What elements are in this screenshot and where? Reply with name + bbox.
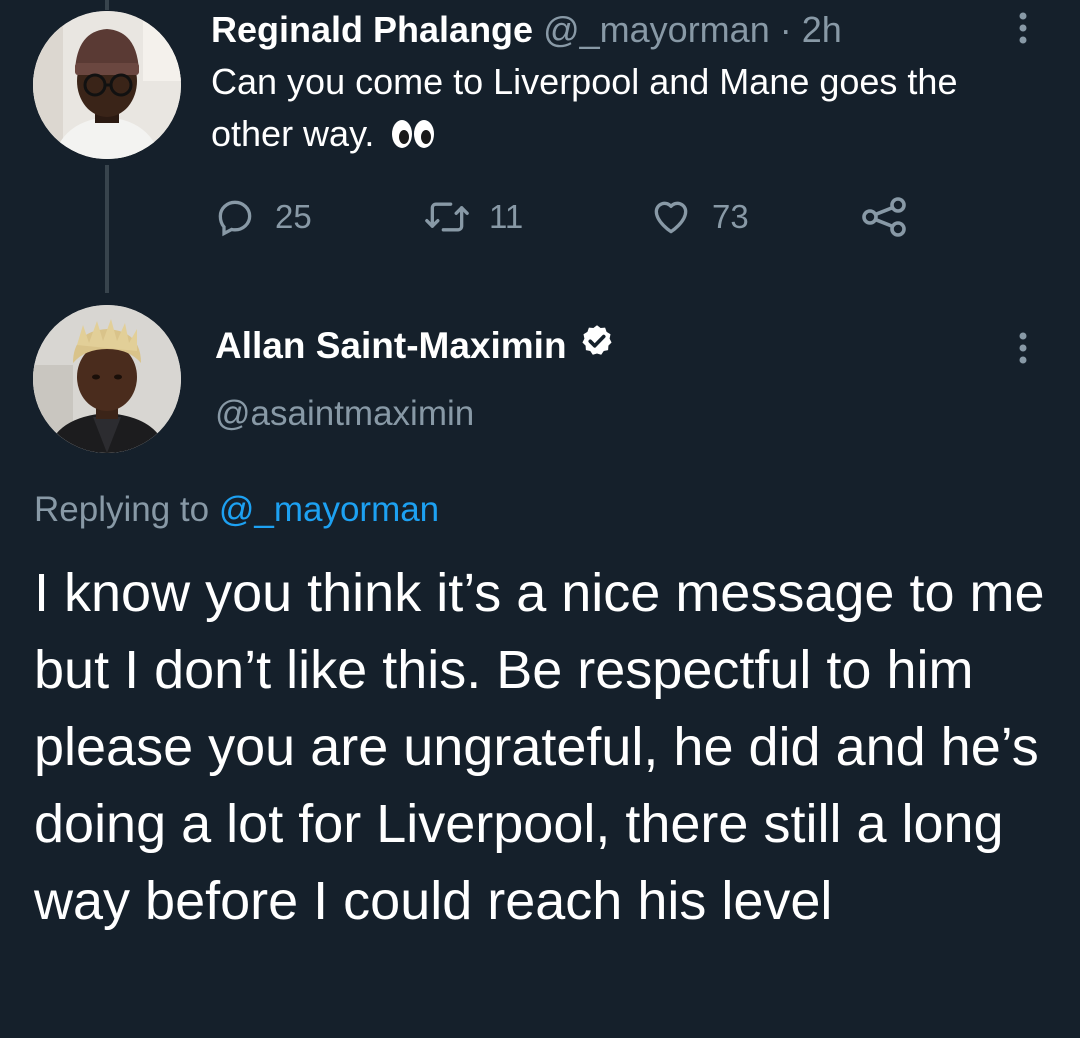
like-count: 73	[712, 198, 749, 235]
share-button[interactable]	[858, 192, 910, 242]
tweet1-header: Reginald Phalange @_mayorman · 2h	[211, 10, 842, 50]
tweet2-text: I know you think it’s a nice message to …	[34, 563, 1045, 931]
eyes-emoji-icon	[390, 112, 436, 164]
tweet2-handle[interactable]: @asaintmaximin	[215, 392, 474, 436]
tweet1-separator: ·	[769, 9, 802, 50]
tweet1-time[interactable]: 2h	[802, 9, 842, 50]
tweet1-text-content: Can you come to Liverpool and Mane goes …	[211, 61, 958, 154]
like-button[interactable]: 73	[648, 192, 749, 242]
more-icon[interactable]	[1013, 8, 1033, 48]
verified-badge-icon	[579, 323, 615, 369]
thread-line-top	[105, 0, 109, 10]
replying-to-mention-link[interactable]: @_mayorman	[219, 490, 439, 529]
reply-button[interactable]: 25	[213, 192, 312, 242]
tweet1-author-name[interactable]: Reginald Phalange	[211, 9, 533, 50]
reply-count: 25	[275, 198, 312, 235]
tweet1-handle[interactable]: @_mayorman	[543, 9, 770, 50]
avatar-reginald[interactable]	[33, 11, 181, 159]
avatar-allan[interactable]	[33, 305, 181, 453]
replying-to: Replying to @_mayorman	[34, 486, 439, 534]
retweet-button[interactable]: 11	[423, 192, 523, 242]
more-icon[interactable]	[1013, 328, 1033, 368]
tweet2-author-name[interactable]: Allan Saint-Maximin	[215, 324, 567, 368]
like-icon	[648, 195, 694, 239]
retweet-count: 11	[489, 198, 524, 235]
tweet1-text: Can you come to Liverpool and Mane goes …	[211, 56, 1011, 164]
share-icon	[858, 195, 910, 239]
thread-line	[105, 165, 109, 293]
reply-icon	[213, 195, 257, 239]
tweet2-author: Allan Saint-Maximin	[215, 324, 615, 368]
replying-to-label: Replying to	[34, 490, 219, 529]
retweet-icon	[423, 195, 471, 239]
